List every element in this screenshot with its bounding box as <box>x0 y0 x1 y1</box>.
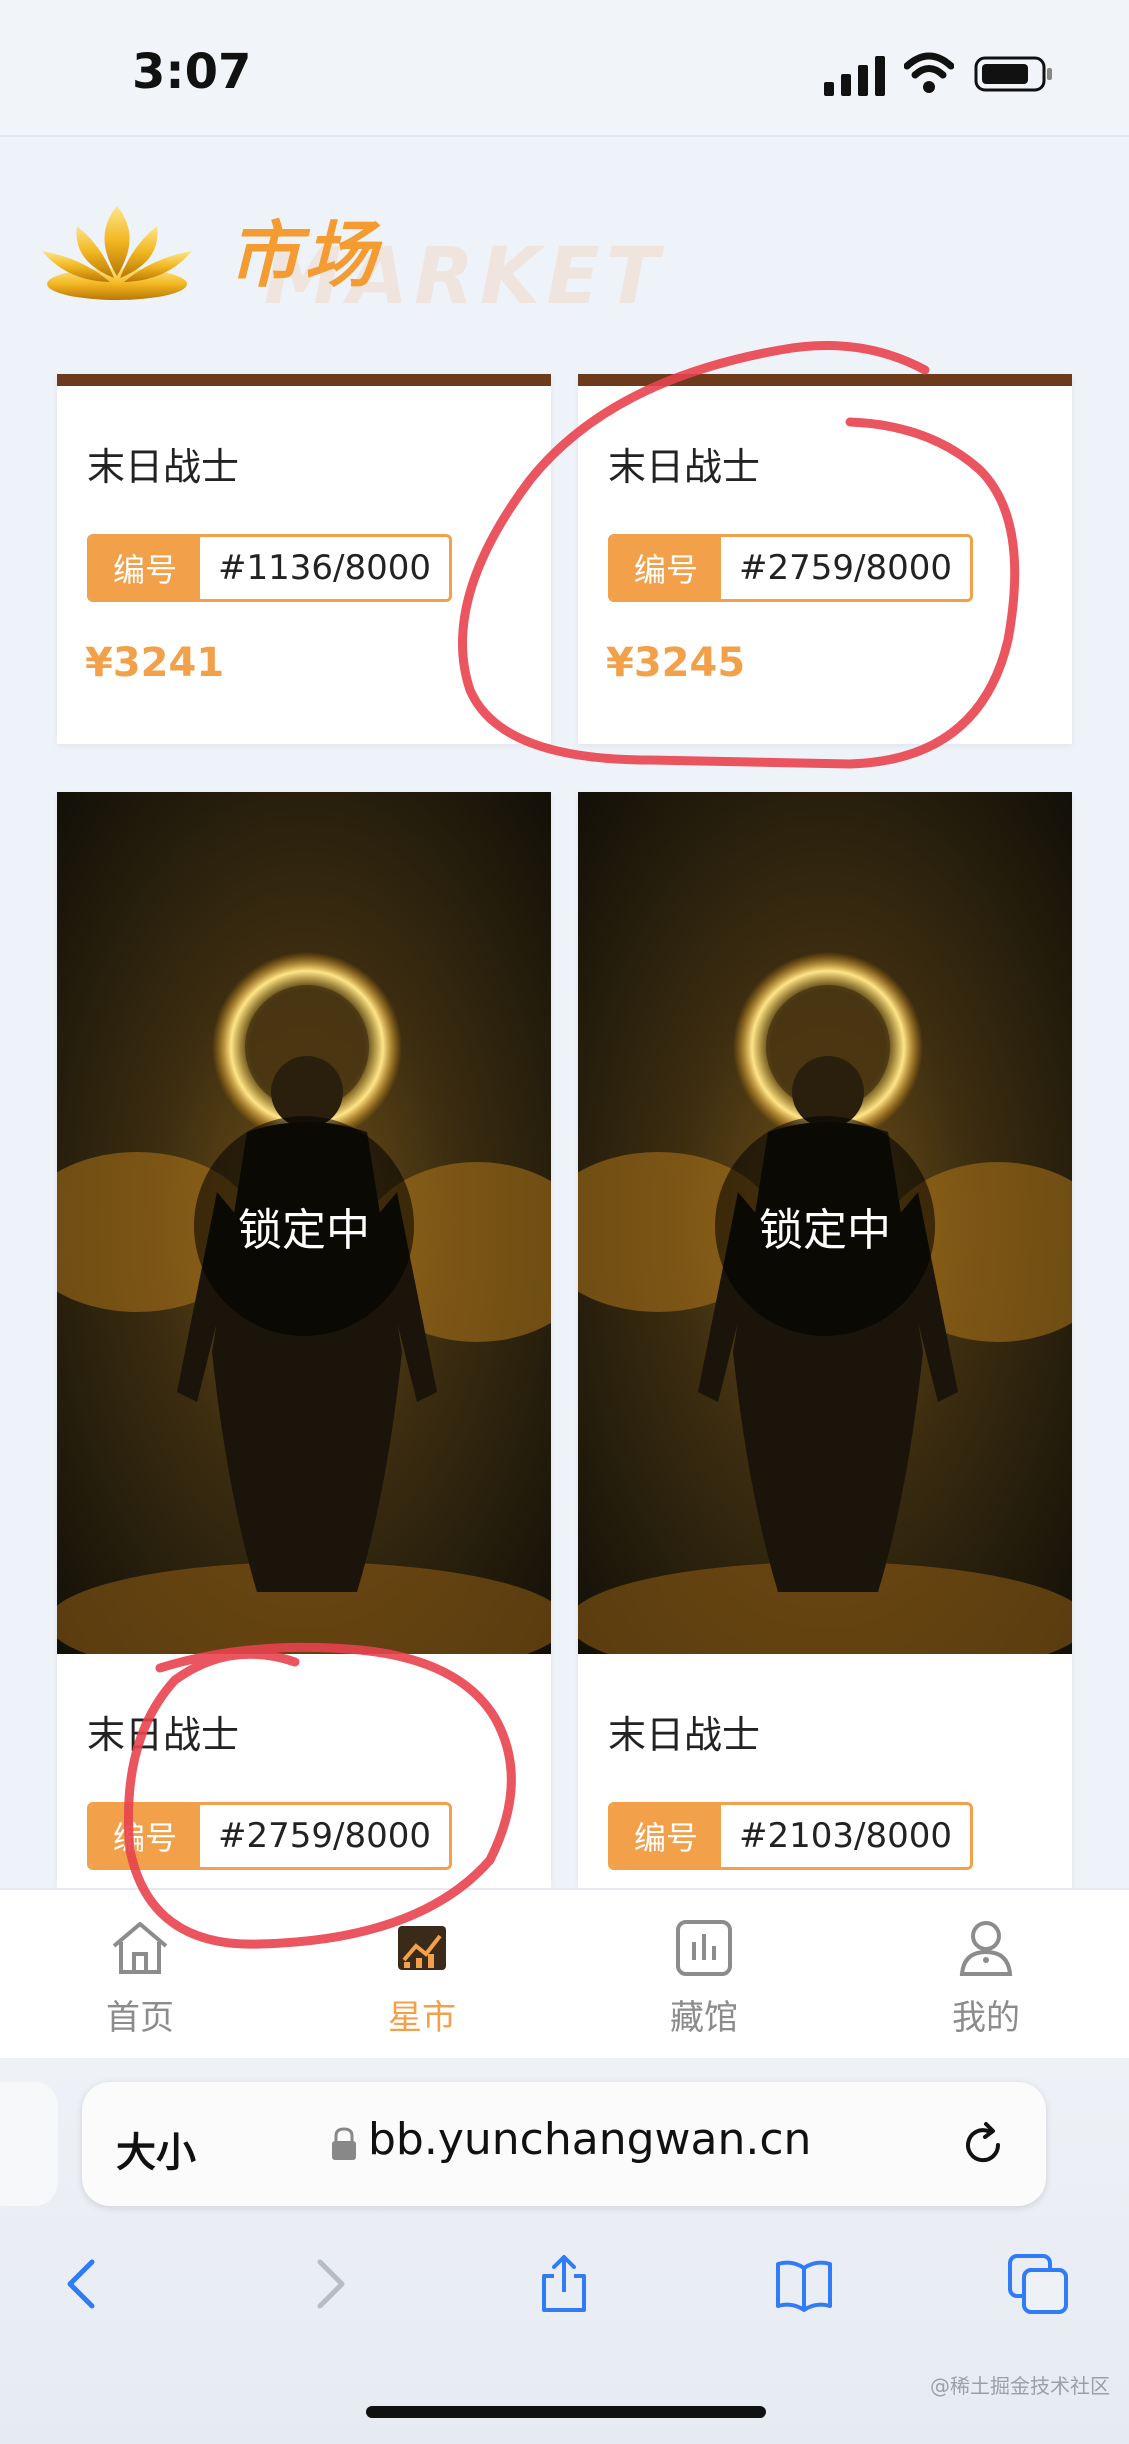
serial-label: 编号 <box>90 1805 200 1867</box>
share-icon[interactable] <box>532 2252 596 2316</box>
card-name: 末日战士 <box>608 445 761 489</box>
card-name: 末日战士 <box>608 1713 761 1757</box>
wifi-icon <box>904 52 954 93</box>
lock-icon <box>332 2127 356 2160</box>
serial-badge: 编号 #2759/8000 <box>87 1802 452 1870</box>
market-chart-icon <box>398 1926 446 1970</box>
serial-number: #2759/8000 <box>721 537 970 599</box>
back-icon[interactable] <box>52 2252 116 2316</box>
bookmarks-icon[interactable] <box>772 2252 836 2316</box>
card-price: ¥3241 <box>85 640 225 686</box>
serial-number: #2103/8000 <box>721 1805 970 1867</box>
tab-label: 星市 <box>388 1998 456 2038</box>
product-card[interactable]: 锁定中 末日战士 编号 #2759/8000 <box>57 792 551 1888</box>
card-image-edge <box>578 374 1072 386</box>
product-card[interactable]: 锁定中 末日战士 编号 #2103/8000 <box>578 792 1072 1888</box>
signal-icon <box>824 56 885 96</box>
serial-badge: 编号 #2759/8000 <box>608 534 973 602</box>
tab-market[interactable]: 星市 <box>322 1890 522 2060</box>
serial-badge: 编号 #2103/8000 <box>608 1802 973 1870</box>
card-name: 末日战士 <box>87 445 240 489</box>
product-card[interactable]: 末日战士 编号 #2759/8000 ¥3245 <box>578 374 1072 744</box>
watermark-credit: @稀土掘金技术社区 <box>930 2374 1110 2398</box>
card-image-edge <box>57 374 551 386</box>
tab-home[interactable]: 首页 <box>40 1890 240 2060</box>
address-bar[interactable]: 大小 bb.yunchangwan.cn <box>82 2082 1046 2206</box>
locked-overlay: 锁定中 <box>715 1116 935 1336</box>
tab-label: 我的 <box>952 1998 1020 2038</box>
card-name: 末日战士 <box>87 1713 240 1757</box>
serial-label: 编号 <box>611 537 721 599</box>
forward-icon[interactable] <box>296 2252 360 2316</box>
tab-profile[interactable]: 我的 <box>886 1890 1086 2060</box>
tab-label: 藏馆 <box>670 1998 738 2038</box>
previous-tab-pill[interactable] <box>0 2082 58 2206</box>
profile-icon <box>959 1921 1013 1976</box>
locked-overlay: 锁定中 <box>194 1116 414 1336</box>
product-card[interactable]: 末日战士 编号 #1136/8000 ¥3241 <box>57 374 551 744</box>
serial-badge: 编号 #1136/8000 <box>87 534 452 602</box>
bottom-tab-bar: 首页 星市 藏馆 我的 <box>0 1888 1129 2060</box>
text-size-button[interactable]: 大小 <box>116 2120 196 2178</box>
battery-icon <box>974 56 1052 92</box>
collection-icon <box>676 1920 732 1976</box>
reload-icon[interactable] <box>958 2120 1008 2170</box>
card-price: ¥3245 <box>606 640 746 686</box>
page-title: 市场 <box>228 213 381 297</box>
status-time: 3:07 <box>132 44 252 100</box>
serial-number: #2759/8000 <box>200 1805 449 1867</box>
tab-collection[interactable]: 藏馆 <box>604 1890 804 2060</box>
tab-label: 首页 <box>106 1998 174 2038</box>
serial-label: 编号 <box>611 1805 721 1867</box>
tabs-icon[interactable] <box>1006 2252 1070 2316</box>
serial-label: 编号 <box>90 537 200 599</box>
url-text[interactable]: bb.yunchangwan.cn <box>368 2114 811 2165</box>
lotus-logo-icon <box>42 206 192 300</box>
home-icon <box>112 1922 168 1974</box>
home-indicator <box>366 2406 766 2418</box>
status-bar: 3:07 <box>0 0 1129 137</box>
serial-number: #1136/8000 <box>200 537 449 599</box>
